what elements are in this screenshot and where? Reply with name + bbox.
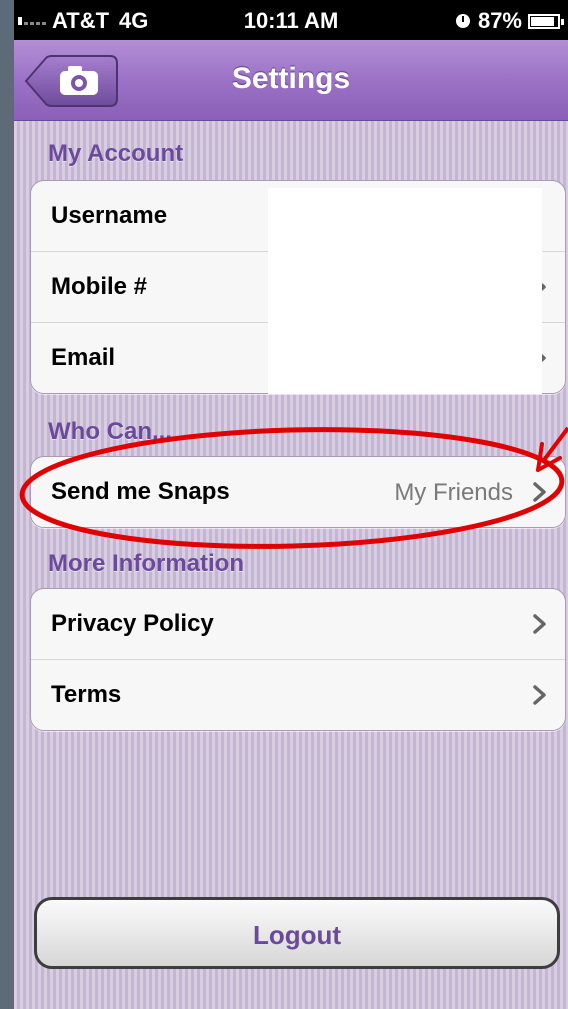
navigation-bar: Settings [14,40,568,121]
chevron-right-icon [533,614,546,634]
who-can-group: Send me Snaps My Friends [30,456,566,528]
terms-label: Terms [51,681,122,708]
privacy-policy-label: Privacy Policy [51,610,214,637]
battery-tip [561,18,564,25]
alarm-clock-icon [455,14,470,28]
send-me-snaps-row[interactable]: Send me Snaps My Friends [31,457,565,527]
section-header-more-information: More Information [48,550,244,577]
redaction-box [268,188,542,394]
logout-button[interactable]: Logout [34,897,560,969]
send-me-snaps-value: My Friends [394,479,513,506]
send-me-snaps-label: Send me Snaps [51,478,230,505]
privacy-policy-row[interactable]: Privacy Policy [31,589,565,660]
chevron-right-icon [533,482,546,502]
section-header-who-can: Who Can... [48,418,172,445]
battery-info: 87% [455,8,564,34]
status-bar: AT&T 4G 10:11 AM 87% [14,0,568,40]
more-information-group: Privacy Policy Terms [30,588,566,731]
email-label: Email [51,344,116,371]
page-title: Settings [231,62,351,95]
battery-fill [531,16,554,26]
battery-percent: 87% [477,8,522,33]
phone-screen: AT&T 4G 10:11 AM 87% Settings My Account… [14,0,568,1009]
logout-label: Logout [252,920,342,950]
chevron-right-icon [533,685,546,705]
username-label: Username [51,202,168,229]
terms-row[interactable]: Terms [31,660,565,730]
mobile-label: Mobile # [51,273,148,300]
section-header-my-account: My Account [48,140,184,167]
battery-icon [528,13,564,29]
